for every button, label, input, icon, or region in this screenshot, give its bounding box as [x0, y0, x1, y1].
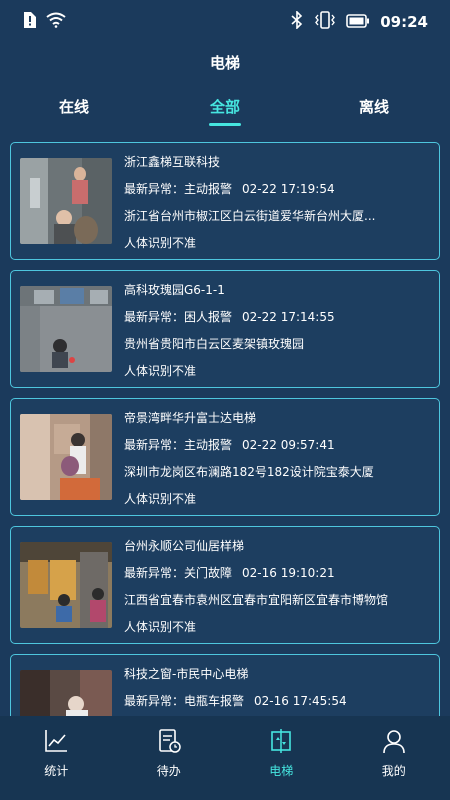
alarm-label: 最新异常： [124, 566, 185, 580]
latest-alarm: 最新异常：关门故障 02-16 19:10:21 [124, 564, 432, 591]
elevator-camera-thumbnail [20, 158, 112, 244]
tab-online[interactable]: 在线 [14, 96, 134, 117]
elevator-camera-thumbnail [20, 414, 112, 500]
nav-label: 电梯 [269, 764, 294, 778]
tab-all[interactable]: 全部 [165, 96, 285, 126]
recognition-status: 人体识别不准 [124, 236, 197, 250]
alarm-label: 最新异常： [124, 694, 185, 708]
recognition-status: 人体识别不准 [124, 364, 197, 378]
elevator-card[interactable]: 浙江鑫梯互联科技 最新异常：主动报警 02-22 17:19:54 浙江省台州市椒… [10, 142, 440, 260]
elevator-address: 浙江省台州市椒江区白云街道爱华新台州大厦... [124, 209, 376, 223]
elevator-camera-thumbnail [20, 542, 112, 628]
alarm-type: 电瓶车报警 [184, 694, 245, 708]
elevator-name: 高科玫瑰园G6-1-1 [124, 283, 225, 297]
tab-offline[interactable]: 离线 [314, 96, 434, 117]
elevator-icon [268, 728, 294, 754]
elevator-card[interactable]: 台州永顺公司仙居样梯 最新异常：关门故障 02-16 19:10:21 江西省宜春… [10, 526, 440, 644]
elevator-name: 科技之窗-市民中心电梯 [124, 667, 249, 681]
latest-alarm: 最新异常：主动报警 02-22 09:57:41 [124, 436, 432, 463]
elevator-address: 深圳市龙岗区布澜路182号182设计院宝泰大厦 [124, 465, 374, 479]
alarm-time: 02-22 17:14:55 [242, 310, 335, 324]
tab-bar: 在线 全部 离线 [0, 96, 450, 132]
alarm-time: 02-16 19:10:21 [242, 566, 335, 580]
elevator-address: 贵州省贵阳市白云区麦架镇玫瑰园 [124, 337, 305, 351]
recognition-status: 人体识别不准 [124, 620, 197, 634]
nav-item-mine[interactable]: 我的 [338, 716, 450, 800]
elevator-camera-thumbnail [20, 286, 112, 372]
tab-label: 在线 [58, 98, 89, 116]
alarm-time: 02-16 17:45:54 [254, 694, 347, 708]
nav-item-statistics[interactable]: 统计 [0, 716, 113, 800]
elevator-name: 台州永顺公司仙居样梯 [124, 539, 245, 553]
tab-active-indicator [209, 123, 241, 126]
page-title: 电梯 [209, 54, 240, 72]
status-bar: 09:24 [0, 0, 450, 44]
bottom-nav: 统计 待办 电梯 我的 [0, 716, 450, 800]
recognition-status: 人体识别不准 [124, 492, 197, 506]
nav-label: 我的 [381, 764, 406, 778]
todo-icon [156, 728, 182, 754]
chart-icon [43, 728, 69, 754]
elevator-name: 帝景湾畔华升富士达电梯 [124, 411, 257, 425]
user-icon [381, 728, 407, 754]
nav-item-todo[interactable]: 待办 [113, 716, 226, 800]
alarm-time: 02-22 09:57:41 [242, 438, 335, 452]
tab-label: 离线 [358, 98, 389, 116]
alarm-type: 主动报警 [184, 182, 233, 196]
latest-alarm: 最新异常：困人报警 02-22 17:14:55 [124, 308, 432, 335]
alarm-type: 主动报警 [184, 438, 233, 452]
alarm-type: 困人报警 [184, 310, 233, 324]
wifi-icon [46, 12, 66, 32]
latest-alarm: 最新异常：主动报警 02-22 17:19:54 [124, 180, 432, 207]
elevator-card[interactable]: 帝景湾畔华升富士达电梯 最新异常：主动报警 02-22 09:57:41 深圳市龙… [10, 398, 440, 516]
elevator-card[interactable]: 高科玫瑰园G6-1-1 最新异常：困人报警 02-22 17:14:55 贵州省贵… [10, 270, 440, 388]
status-time: 09:24 [380, 13, 428, 31]
nav-label: 待办 [156, 764, 181, 778]
alarm-label: 最新异常： [124, 310, 185, 324]
elevator-name: 浙江鑫梯互联科技 [124, 155, 221, 169]
alert-icon [22, 12, 36, 32]
nav-item-elevator[interactable]: 电梯 [225, 716, 338, 800]
elevator-camera-thumbnail [20, 670, 112, 716]
latest-alarm: 最新异常：电瓶车报警 02-16 17:45:54 [124, 692, 432, 716]
alarm-label: 最新异常： [124, 182, 185, 196]
battery-icon [346, 13, 370, 32]
alarm-label: 最新异常： [124, 438, 185, 452]
elevator-list[interactable]: 浙江鑫梯互联科技 最新异常：主动报警 02-22 17:19:54 浙江省台州市椒… [0, 142, 450, 716]
elevator-address: 江西省宜春市袁州区宜春市宜阳新区宜春市博物馆 [124, 593, 389, 607]
alarm-time: 02-22 17:19:54 [242, 182, 335, 196]
tab-label: 全部 [209, 98, 240, 116]
alarm-type: 关门故障 [184, 566, 233, 580]
bluetooth-icon [290, 10, 304, 33]
nav-label: 统计 [44, 764, 69, 778]
vibrate-icon [314, 11, 336, 33]
elevator-card[interactable]: 科技之窗-市民中心电梯 最新异常：电瓶车报警 02-16 17:45:54 [10, 654, 440, 716]
